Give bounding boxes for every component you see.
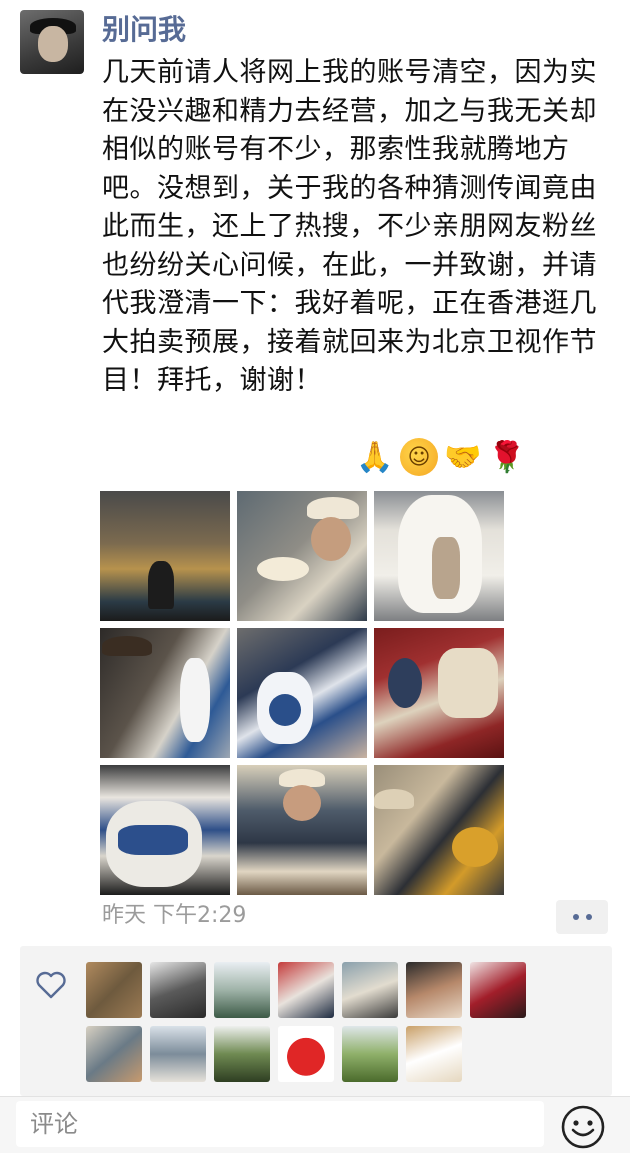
photo-thumbnail[interactable] xyxy=(100,491,230,621)
smile-icon[interactable] xyxy=(560,1104,606,1150)
liker-avatar[interactable] xyxy=(214,1026,270,1082)
smile-emoji-icon: ☺ xyxy=(400,438,438,476)
likes-panel xyxy=(20,946,612,1096)
dot-icon xyxy=(585,914,592,920)
post-text: 几天前请人将网上我的账号清空，因为实在没兴趣和精力去经营，加之与我无关却相似的账… xyxy=(102,57,597,396)
photo-thumbnail[interactable] xyxy=(374,491,504,621)
rose-emoji-icon: 🌹 xyxy=(488,439,526,475)
liker-avatar[interactable] xyxy=(214,962,270,1018)
liker-avatar[interactable] xyxy=(342,962,398,1018)
author-avatar[interactable] xyxy=(20,10,84,74)
photo-thumbnail[interactable] xyxy=(100,765,230,895)
post-emoji-row: 🙏 ☺ 🤝 🌹 xyxy=(356,438,526,476)
liker-avatar[interactable] xyxy=(86,1026,142,1082)
photo-thumbnail[interactable] xyxy=(374,765,504,895)
photo-thumbnail[interactable] xyxy=(374,628,504,758)
comment-bar: 评论 xyxy=(0,1096,630,1153)
handshake-emoji-icon: 🤝 xyxy=(444,439,482,475)
liker-avatar[interactable] xyxy=(150,962,206,1018)
liker-avatar[interactable] xyxy=(342,1026,398,1082)
liker-avatar[interactable] xyxy=(470,962,526,1018)
photo-grid xyxy=(100,491,504,895)
photo-thumbnail[interactable] xyxy=(237,765,367,895)
heart-icon xyxy=(36,971,66,999)
dot-icon xyxy=(572,914,579,920)
comment-input[interactable]: 评论 xyxy=(16,1101,544,1147)
photo-thumbnail[interactable] xyxy=(237,491,367,621)
avatar-face xyxy=(38,26,68,62)
post-timestamp: 昨天 下午2:29 xyxy=(102,903,247,928)
author-name[interactable]: 别问我 xyxy=(102,12,186,48)
liker-avatar[interactable] xyxy=(406,1026,462,1082)
more-actions-button[interactable] xyxy=(556,900,608,934)
liker-avatar[interactable] xyxy=(406,962,462,1018)
liker-avatar[interactable] xyxy=(86,962,142,1018)
pray-emoji-icon: 🙏 xyxy=(356,439,394,475)
liker-avatar[interactable] xyxy=(278,962,334,1018)
liker-avatar[interactable] xyxy=(150,1026,206,1082)
photo-thumbnail[interactable] xyxy=(100,628,230,758)
liker-avatar[interactable] xyxy=(278,1026,334,1082)
photo-thumbnail[interactable] xyxy=(237,628,367,758)
